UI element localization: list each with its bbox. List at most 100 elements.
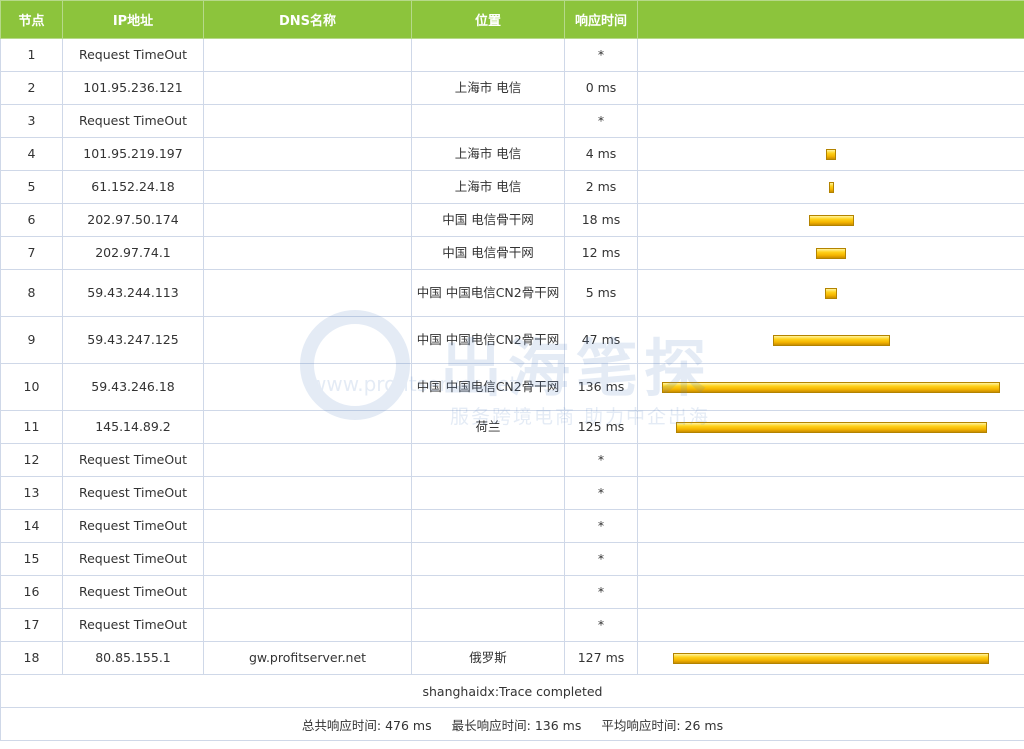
response-bar	[662, 382, 1000, 393]
response-bar-cell	[637, 137, 1024, 171]
summary-total: 总共响应时间: 476 ms	[301, 717, 432, 733]
summary-row: 总共响应时间: 476 ms 最长响应时间: 136 ms 平均响应时间: 26…	[0, 707, 1024, 741]
table-row: 7 202.97.74.1 中国 电信骨干网 12 ms	[0, 236, 1024, 270]
response-bar	[675, 422, 987, 433]
column-header-bar	[637, 0, 1024, 39]
response-bar	[816, 248, 846, 259]
response-bar	[825, 288, 837, 299]
column-header-hop: 节点	[0, 0, 63, 39]
table-row: 13 Request TimeOut *	[0, 476, 1024, 510]
ip-cell: Request TimeOut	[62, 476, 204, 510]
location-cell	[411, 104, 565, 138]
response-bar-cell	[637, 641, 1024, 675]
response-time-cell: 12 ms	[564, 236, 638, 270]
ip-cell: 145.14.89.2	[62, 410, 204, 444]
dns-cell	[203, 608, 412, 642]
table-row: 18 80.85.155.1 gw.profitserver.net 俄罗斯 127 m…	[0, 641, 1024, 675]
ip-cell: 59.43.244.113	[62, 269, 204, 317]
dns-cell	[203, 542, 412, 576]
location-cell	[411, 509, 565, 543]
response-time-cell: 47 ms	[564, 316, 638, 364]
response-bar-cell	[637, 542, 1024, 576]
table-row: 5 61.152.24.18 上海市 电信 2 ms	[0, 170, 1024, 204]
response-bar-cell	[637, 363, 1024, 411]
ip-cell: 202.97.50.174	[62, 203, 204, 237]
ip-cell: 101.95.219.197	[62, 137, 204, 171]
dns-cell: gw.profitserver.net	[203, 641, 412, 675]
dns-cell	[203, 137, 412, 171]
dns-cell	[203, 38, 412, 72]
response-bar-cell	[637, 203, 1024, 237]
hop-cell: 10	[0, 363, 63, 411]
location-cell	[411, 575, 565, 609]
response-time-cell: *	[564, 38, 638, 72]
ip-cell: Request TimeOut	[62, 38, 204, 72]
hop-cell: 1	[0, 38, 63, 72]
response-bar-cell	[637, 509, 1024, 543]
response-bar	[828, 182, 834, 193]
traceroute-table: 节点 IP地址 DNS名称 位置 响应时间 1 Request TimeOut * 2…	[0, 0, 1024, 741]
table-row: 11 145.14.89.2 荷兰 125 ms	[0, 410, 1024, 444]
ip-cell: 80.85.155.1	[62, 641, 204, 675]
response-bar-cell	[637, 410, 1024, 444]
response-bar-cell	[637, 476, 1024, 510]
hop-cell: 18	[0, 641, 63, 675]
location-cell	[411, 476, 565, 510]
table-row: 6 202.97.50.174 中国 电信骨干网 18 ms	[0, 203, 1024, 237]
dns-cell	[203, 363, 412, 411]
hop-cell: 8	[0, 269, 63, 317]
response-time-cell: *	[564, 575, 638, 609]
column-header-dns: DNS名称	[203, 0, 412, 39]
location-cell	[411, 38, 565, 72]
ip-cell: Request TimeOut	[62, 608, 204, 642]
location-cell: 中国 中国电信CN2骨干网	[411, 363, 565, 411]
table-row: 8 59.43.244.113 中国 中国电信CN2骨干网 5 ms	[0, 269, 1024, 317]
dns-cell	[203, 476, 412, 510]
hop-cell: 6	[0, 203, 63, 237]
table-row: 3 Request TimeOut *	[0, 104, 1024, 138]
dns-cell	[203, 236, 412, 270]
table-row: 15 Request TimeOut *	[0, 542, 1024, 576]
hop-cell: 4	[0, 137, 63, 171]
location-cell: 中国 电信骨干网	[411, 236, 565, 270]
dns-cell	[203, 269, 412, 317]
hop-cell: 2	[0, 71, 63, 105]
dns-cell	[203, 316, 412, 364]
ip-cell: Request TimeOut	[62, 443, 204, 477]
ip-cell: Request TimeOut	[62, 542, 204, 576]
column-header-response: 响应时间	[564, 0, 638, 39]
response-bar-cell	[637, 575, 1024, 609]
response-bar-cell	[637, 269, 1024, 317]
response-time-cell: 5 ms	[564, 269, 638, 317]
dns-cell	[203, 410, 412, 444]
ip-cell: 59.43.247.125	[62, 316, 204, 364]
table-row: 12 Request TimeOut *	[0, 443, 1024, 477]
hop-cell: 7	[0, 236, 63, 270]
location-cell: 荷兰	[411, 410, 565, 444]
location-cell: 上海市 电信	[411, 170, 565, 204]
trace-summary: 总共响应时间: 476 ms 最长响应时间: 136 ms 平均响应时间: 26…	[0, 707, 1024, 741]
table-row: 9 59.43.247.125 中国 中国电信CN2骨干网 47 ms	[0, 316, 1024, 364]
location-cell: 中国 中国电信CN2骨干网	[411, 316, 565, 364]
dns-cell	[203, 104, 412, 138]
location-cell: 俄罗斯	[411, 641, 565, 675]
location-cell: 上海市 电信	[411, 71, 565, 105]
response-time-cell: 0 ms	[564, 71, 638, 105]
response-bar-cell	[637, 236, 1024, 270]
summary-max: 最长响应时间: 136 ms	[451, 717, 582, 733]
ip-cell: 59.43.246.18	[62, 363, 204, 411]
ip-cell: Request TimeOut	[62, 575, 204, 609]
response-time-cell: *	[564, 443, 638, 477]
table-row: 17 Request TimeOut *	[0, 608, 1024, 642]
hop-cell: 11	[0, 410, 63, 444]
dns-cell	[203, 509, 412, 543]
response-time-cell: 136 ms	[564, 363, 638, 411]
location-cell: 中国 电信骨干网	[411, 203, 565, 237]
response-bar-cell	[637, 443, 1024, 477]
hop-cell: 9	[0, 316, 63, 364]
response-time-cell: *	[564, 509, 638, 543]
response-bar-cell	[637, 71, 1024, 105]
response-time-cell: 127 ms	[564, 641, 638, 675]
response-time-cell: *	[564, 476, 638, 510]
response-time-cell: 125 ms	[564, 410, 638, 444]
